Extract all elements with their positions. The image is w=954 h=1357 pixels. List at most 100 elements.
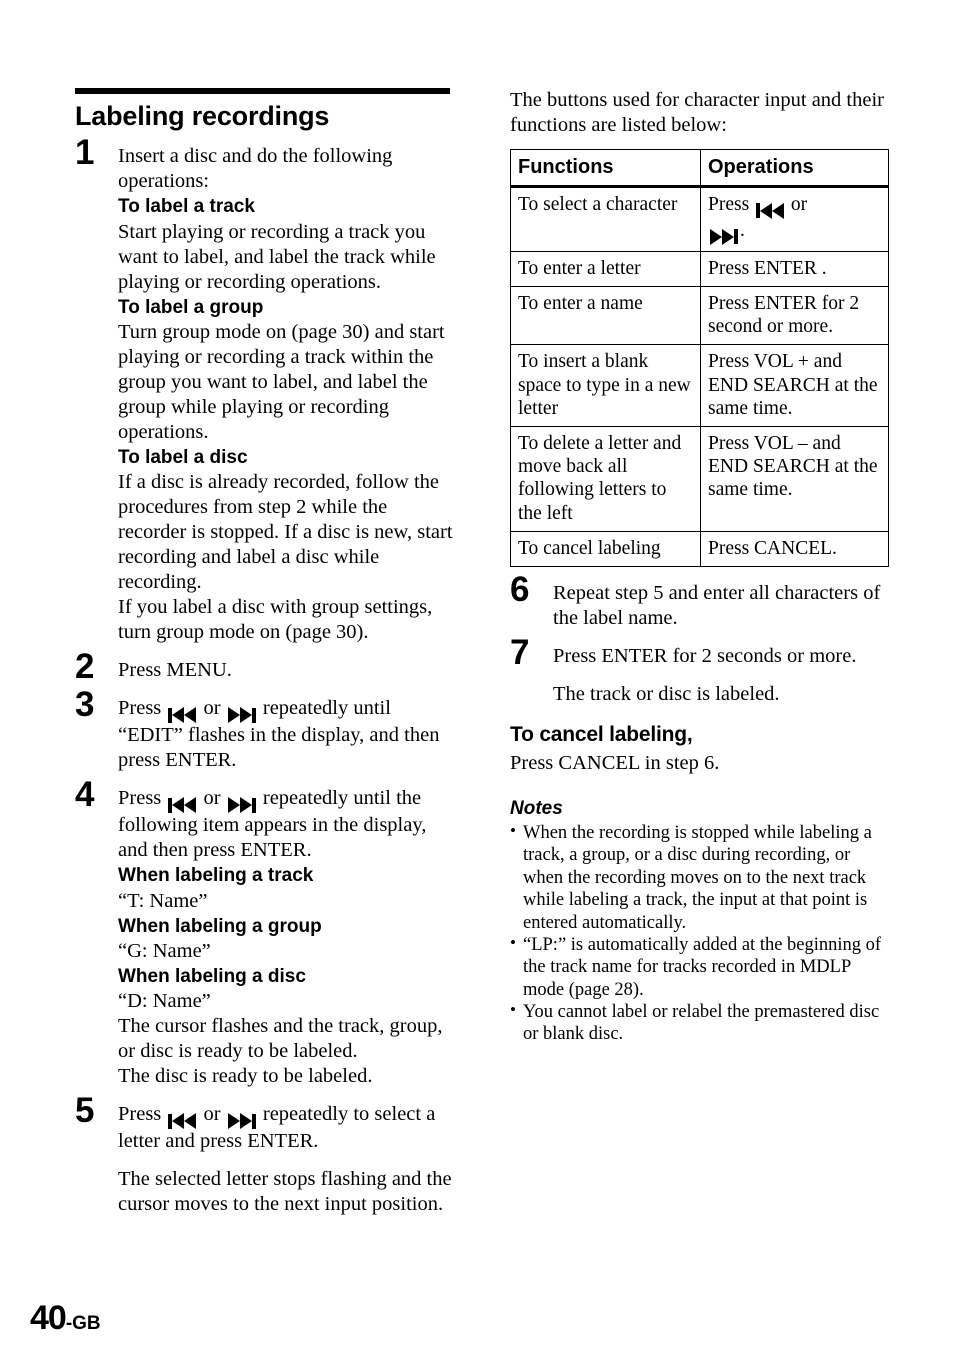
operations-table: Functions Operations To select a charact… (510, 149, 889, 568)
table-header-functions: Functions (510, 149, 701, 188)
step-body: Press MENU. (118, 658, 455, 683)
op-mid: or (786, 193, 808, 215)
sub-text-label-group: Turn group mode on (page 30) and start p… (118, 320, 445, 443)
step-extra: The track or disc is labeled. (553, 683, 780, 706)
table-row: To enter a name Press ENTER for 2 second… (510, 285, 889, 346)
notes-list: When the recording is stopped while labe… (510, 821, 890, 1046)
table-cell-function: To delete a letter and move back all fol… (510, 426, 701, 532)
table-cell-function: To insert a blank space to type in a new… (510, 344, 701, 428)
step-number: 3 (75, 685, 94, 725)
sub-text-labeling-disc: “D: Name” (118, 990, 211, 1013)
fast-forward-icon (227, 707, 256, 724)
step-5: 5 Press or repeatedly to select a letter… (75, 1093, 455, 1217)
sub-heading-labeling-group: When labeling a group (118, 915, 322, 937)
manual-page: Labeling recordings 1 Insert a disc and … (0, 0, 954, 1357)
step-text: Press or repeatedly until the following … (118, 786, 455, 863)
table-cell-operation: Press CANCEL. (700, 530, 889, 568)
table-header-operations: Operations (700, 149, 889, 188)
rewind-icon (168, 707, 197, 724)
step-3: 3 Press or repeatedly until “EDIT” flash… (75, 687, 455, 773)
step-6: 6 Repeat step 5 and enter all characters… (510, 572, 890, 631)
step-text: Press ENTER for 2 seconds or more. (553, 645, 857, 668)
fast-forward-icon (227, 797, 256, 814)
step-text-mid: or (198, 787, 226, 810)
table-row: To enter a letter Press ENTER . (510, 250, 889, 288)
sub-text-labeling-track: “T: Name” (118, 889, 208, 912)
step-text: Repeat step 5 and enter all characters o… (553, 582, 881, 630)
table-cell-function: To select a character (510, 185, 701, 252)
step-number: 4 (75, 775, 94, 815)
table-cell-operation: Press ENTER for 2 second or more. (700, 285, 889, 346)
cancel-labeling-body: Press CANCEL in step 6. (510, 752, 720, 775)
table-cell-operation: Press or . (700, 185, 889, 252)
table-intro-text: The buttons used for character input and… (510, 89, 884, 136)
fast-forward-icon (227, 1113, 256, 1130)
sub-heading-label-disc: To label a disc (118, 446, 248, 468)
list-item: “LP:” is automatically added at the begi… (510, 933, 890, 1001)
step-tail-2: The disc is ready to be labeled. (118, 1065, 373, 1088)
step-text: Press or repeatedly until “EDIT” flashes… (118, 696, 455, 773)
step-text: Insert a disc and do the following opera… (118, 145, 393, 193)
cancel-labeling-heading: To cancel labeling, (510, 723, 693, 747)
rewind-icon (168, 797, 197, 814)
step-tail-1: The cursor flashes and the track, group,… (118, 1015, 443, 1063)
step-number: 2 (75, 647, 94, 687)
sub-text-label-disc-2: If you label a disc with group settings,… (118, 596, 433, 644)
step-number: 1 (75, 133, 94, 173)
step-body: Press ENTER for 2 seconds or more. The t… (553, 644, 890, 707)
rewind-icon (168, 1113, 197, 1130)
page-number: 40-GB (30, 1301, 101, 1335)
step-text: Press or repeatedly to select a letter a… (118, 1102, 455, 1154)
step-text-pre: Press (118, 787, 167, 810)
table-cell-function: To enter a name (510, 285, 701, 346)
list-item: When the recording is stopped while labe… (510, 821, 890, 934)
fast-forward-icon (710, 228, 738, 245)
table-cell-function: To cancel labeling (510, 530, 701, 568)
table-cell-operation: Press ENTER . (700, 250, 889, 288)
page-title: Labeling recordings (75, 101, 330, 131)
step-text-pre: Press (118, 1103, 167, 1126)
step-number: 6 (510, 570, 529, 610)
table-cell-function: To enter a letter (510, 250, 701, 288)
step-text-mid: or (198, 1103, 226, 1126)
rewind-icon (756, 202, 785, 219)
step-body: Press or repeatedly to select a letter a… (118, 1102, 455, 1217)
table-row: To select a character Press or . (510, 185, 889, 252)
step-7: 7 Press ENTER for 2 seconds or more. The… (510, 635, 890, 707)
step-2: 2 Press MENU. (75, 649, 455, 684)
step-body: Press or repeatedly until “EDIT” flashes… (118, 696, 455, 773)
page-number-value: 40 (30, 1299, 67, 1337)
notes-heading: Notes (510, 798, 563, 820)
sub-heading-label-group: To label a group (118, 296, 264, 318)
table-cell-operation: Press VOL + and END SEARCH at the same t… (700, 344, 889, 428)
step-body: Insert a disc and do the following opera… (118, 144, 455, 645)
step-body: Press or repeatedly until the following … (118, 786, 455, 1089)
step-extra: The selected letter stops flashing and t… (118, 1168, 452, 1216)
left-column: Labeling recordings 1 Insert a disc and … (75, 88, 455, 1230)
page-number-suffix: -GB (65, 1313, 101, 1334)
step-text-mid: or (198, 697, 226, 720)
op-pre: Press (708, 193, 755, 215)
table-row: To insert a blank space to type in a new… (510, 344, 889, 428)
sub-text-label-disc: If a disc is already recorded, follow th… (118, 471, 453, 594)
op-post: . (740, 219, 745, 241)
table-header-row: Functions Operations (510, 149, 889, 188)
table-row: To cancel labeling Press CANCEL. (510, 530, 889, 568)
step-text: Press MENU. (118, 659, 232, 682)
step-text-pre: Press (118, 697, 167, 720)
sub-heading-labeling-disc: When labeling a disc (118, 965, 306, 987)
step-number: 5 (75, 1091, 94, 1131)
sub-text-labeling-group: “G: Name” (118, 939, 211, 962)
sub-heading-label-track: To label a track (118, 196, 255, 218)
sub-heading-labeling-track: When labeling a track (118, 865, 314, 887)
right-column: The buttons used for character input and… (510, 88, 890, 1046)
table-row: To delete a letter and move back all fol… (510, 426, 889, 532)
section-rule (75, 88, 450, 94)
step-body: Repeat step 5 and enter all characters o… (553, 581, 890, 631)
table-cell-operation: Press VOL – and END SEARCH at the same t… (700, 426, 889, 532)
step-number: 7 (510, 633, 529, 673)
step-4: 4 Press or repeatedly until the followin… (75, 777, 455, 1089)
list-item: You cannot label or relabel the premaste… (510, 1000, 890, 1046)
step-1: 1 Insert a disc and do the following ope… (75, 135, 455, 645)
sub-text-label-track: Start playing or recording a track you w… (118, 220, 436, 293)
